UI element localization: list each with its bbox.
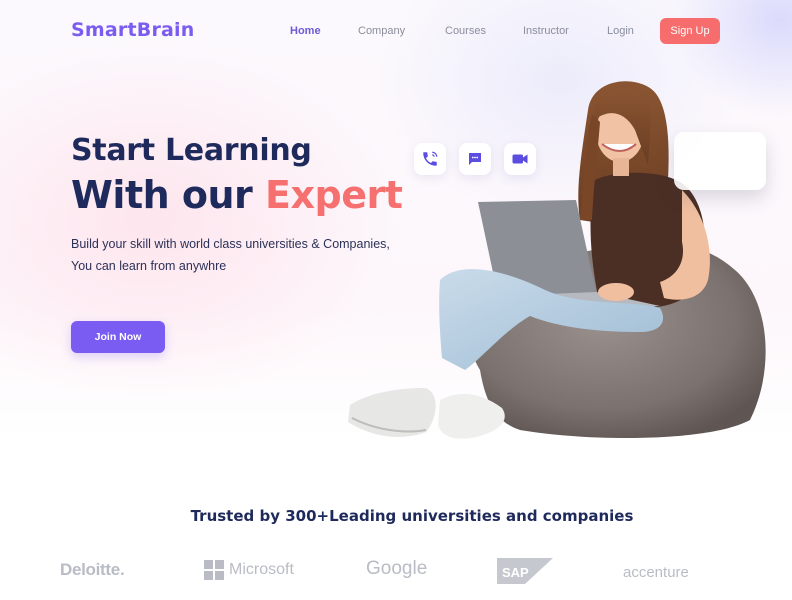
microsoft-label: Microsoft bbox=[229, 561, 294, 578]
accenture-logo: accenture bbox=[623, 564, 689, 581]
join-now-button[interactable]: Join Now bbox=[71, 321, 165, 353]
microsoft-grid-icon bbox=[204, 560, 224, 580]
nav-company[interactable]: Company bbox=[358, 25, 405, 37]
hero-title-line1: Start Learning bbox=[71, 133, 312, 168]
student-illustration bbox=[348, 81, 766, 439]
chat-icon[interactable] bbox=[459, 143, 491, 175]
trusted-heading: Trusted by 300+Leading universities and … bbox=[190, 507, 634, 525]
nav-courses[interactable]: Courses bbox=[445, 25, 486, 37]
signup-button[interactable]: Sign Up bbox=[660, 18, 720, 44]
nav-login[interactable]: Login bbox=[607, 25, 634, 37]
video-call-icon[interactable] bbox=[504, 143, 536, 175]
sap-logo: SAP bbox=[497, 558, 553, 589]
floating-card bbox=[674, 132, 766, 190]
nav-home[interactable]: Home bbox=[290, 25, 321, 37]
microsoft-logo: Microsoft bbox=[204, 560, 294, 580]
google-logo: Google bbox=[366, 558, 428, 579]
hero-title-plain: With our bbox=[71, 173, 266, 217]
phone-call-icon[interactable] bbox=[414, 143, 446, 175]
nav-instructor[interactable]: Instructor bbox=[523, 25, 569, 37]
sap-label: SAP bbox=[502, 565, 529, 580]
deloitte-logo: Deloitte. bbox=[60, 560, 125, 579]
